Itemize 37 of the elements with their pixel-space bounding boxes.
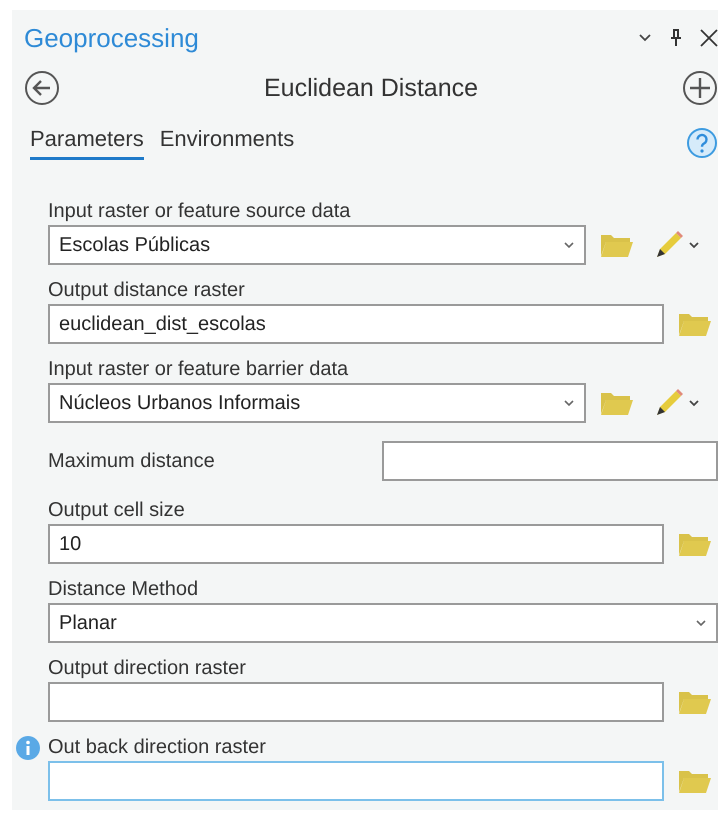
parameter-label: Out back direction raster — [48, 736, 266, 759]
folder-icon[interactable] — [678, 689, 712, 715]
dropdown-field[interactable]: Núcleos Urbanos Informais — [48, 383, 586, 423]
tab[interactable]: Environments — [160, 126, 294, 160]
help-icon[interactable] — [686, 127, 718, 159]
parameter-label: Input raster or feature source data — [48, 200, 350, 223]
folder-icon[interactable] — [600, 390, 634, 416]
folder-icon[interactable] — [600, 232, 634, 258]
pin-icon[interactable] — [670, 29, 682, 47]
parameter-label: Output distance raster — [48, 279, 245, 302]
chevron-down-icon — [695, 619, 707, 627]
input-field[interactable] — [48, 761, 664, 801]
folder-icon[interactable] — [678, 311, 712, 337]
dropdown-field[interactable]: Planar — [48, 603, 718, 643]
input-field[interactable] — [382, 441, 718, 481]
folder-icon[interactable] — [678, 531, 712, 557]
parameter-label: Distance Method — [48, 578, 198, 601]
pane-title: Geoprocessing — [24, 22, 199, 54]
pencil-icon[interactable] — [654, 230, 700, 260]
back-icon[interactable] — [24, 70, 60, 106]
dropdown-field[interactable]: Escolas Públicas — [48, 225, 586, 265]
pencil-icon[interactable] — [654, 388, 700, 418]
close-icon[interactable] — [700, 29, 718, 47]
parameter-label: Output direction raster — [48, 657, 246, 680]
input-field[interactable]: euclidean_dist_escolas — [48, 304, 664, 344]
parameter-label: Output cell size — [48, 499, 185, 522]
parameter-label: Maximum distance — [48, 450, 215, 472]
parameter-label: Input raster or feature barrier data — [48, 358, 348, 381]
chevron-down-icon — [563, 241, 575, 249]
chevron-down-icon[interactable] — [638, 33, 652, 43]
input-field[interactable]: 10 — [48, 524, 664, 564]
tool-title: Euclidean Distance — [264, 74, 478, 102]
chevron-down-icon — [563, 399, 575, 407]
folder-icon[interactable] — [678, 768, 712, 794]
tab[interactable]: Parameters — [30, 126, 144, 160]
input-field[interactable] — [48, 682, 664, 722]
add-icon[interactable] — [682, 70, 718, 106]
